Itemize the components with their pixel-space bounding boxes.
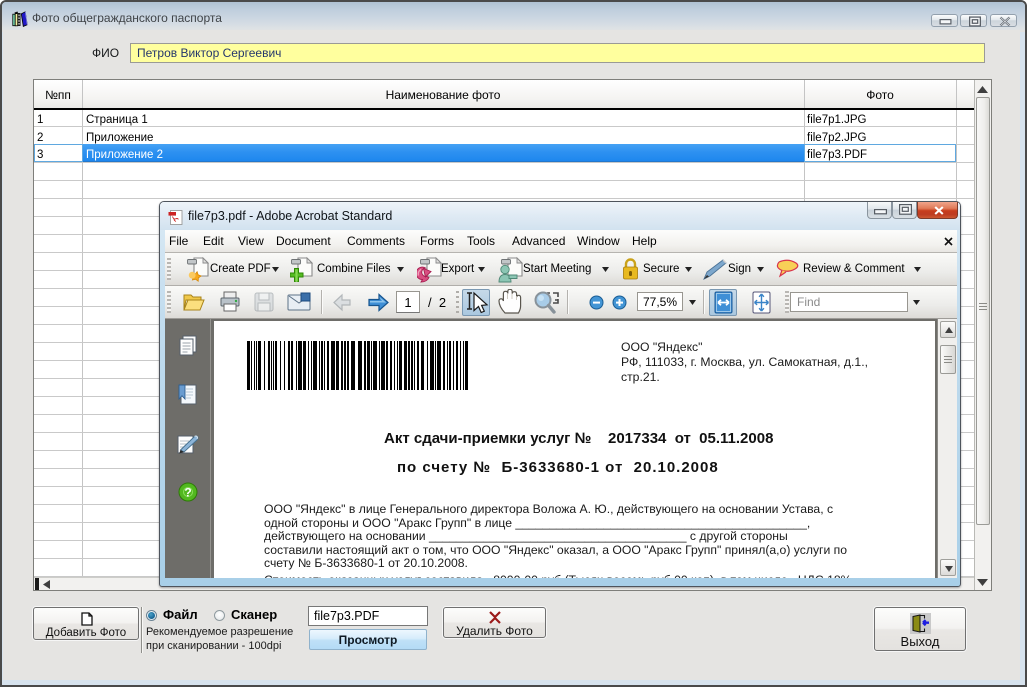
svg-text:?: ?	[184, 486, 191, 500]
